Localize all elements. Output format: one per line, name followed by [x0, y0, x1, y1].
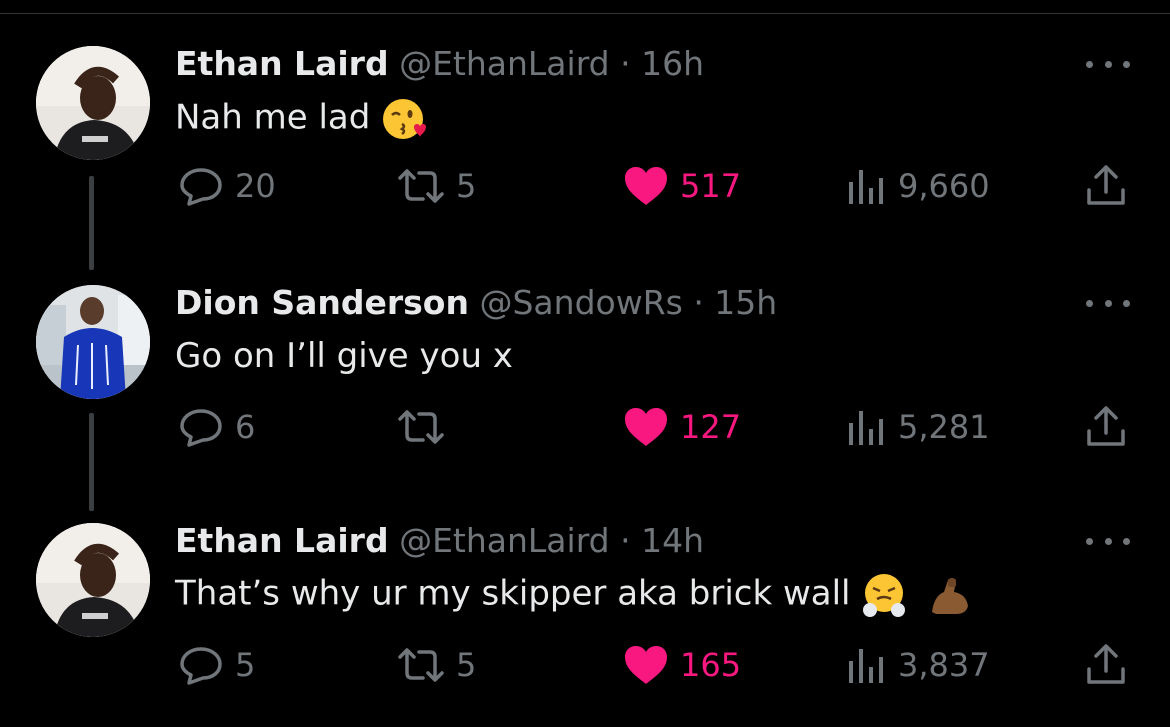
tweet-text-line: That’s why ur my skipper aka brick wall [175, 572, 972, 618]
tweet-header: Ethan Laird @EthanLaird · 14h [175, 521, 704, 561]
repost-icon [398, 169, 444, 203]
avatar-photo-icon [36, 285, 150, 399]
view-count: 9,660 [898, 167, 990, 205]
avatar-photo-icon [36, 523, 150, 637]
share-icon [1087, 406, 1125, 446]
share-button[interactable] [1084, 164, 1128, 208]
timestamp[interactable]: · 14h [620, 521, 704, 560]
tweet-header: Ethan Laird @EthanLaird · 16h [175, 44, 704, 84]
avatar-photo-icon [36, 46, 150, 160]
repost-button[interactable]: 5 [396, 643, 476, 687]
tweet-text: That’s why ur my skipper aka brick wall [175, 573, 851, 614]
avatar[interactable] [36, 285, 150, 399]
like-count: 127 [680, 408, 742, 446]
tweet-1[interactable]: Ethan Laird @EthanLaird · 16h Nah me lad… [0, 0, 1170, 270]
share-button[interactable] [1084, 405, 1128, 449]
author-handle[interactable]: @SandowRs [479, 283, 682, 322]
views-icon [849, 170, 883, 204]
dot-icon [1086, 60, 1093, 68]
views-button[interactable]: 3,837 [846, 643, 990, 687]
action-bar: 5 5 165 3,837 [0, 643, 1170, 687]
avatar[interactable] [36, 46, 150, 160]
dot-icon [1086, 537, 1093, 545]
steam-nose-emoji [863, 574, 906, 617]
views-icon [849, 649, 883, 683]
tweet-3[interactable]: Ethan Laird @EthanLaird · 14h That’s why… [0, 480, 1170, 720]
avatar[interactable] [36, 523, 150, 637]
action-bar: 6 127 5,281 [0, 405, 1170, 449]
reply-icon [180, 409, 222, 447]
tweet-text-line: Nah me lad [175, 96, 427, 142]
heart-icon [625, 167, 667, 205]
author-handle[interactable]: @EthanLaird [399, 521, 610, 560]
reply-count: 5 [235, 646, 256, 684]
kissing-wink-emoji [383, 99, 427, 139]
author-handle[interactable]: @EthanLaird [399, 44, 610, 83]
timestamp[interactable]: · 15h [693, 283, 777, 322]
like-count: 517 [680, 167, 742, 205]
dot-icon [1123, 299, 1130, 307]
repost-icon [398, 410, 444, 444]
author-name[interactable]: Ethan Laird [175, 44, 389, 83]
like-count: 165 [680, 646, 742, 684]
tweet-text-line: Go on I’ll give you x [175, 335, 513, 377]
repost-count: 5 [456, 167, 477, 205]
tweet-header: Dion Sanderson @SandowRs · 15h [175, 283, 777, 323]
like-button[interactable]: 165 [622, 643, 741, 687]
dot-icon [1104, 60, 1112, 68]
heart-icon [625, 646, 667, 684]
repost-icon [398, 648, 444, 682]
like-button[interactable]: 517 [622, 164, 741, 208]
tweet-2[interactable]: Dion Sanderson @SandowRs · 15h Go on I’l… [0, 240, 1170, 511]
repost-button[interactable] [396, 405, 456, 449]
reply-button[interactable]: 20 [177, 164, 276, 208]
view-count: 5,281 [898, 408, 990, 446]
share-button[interactable] [1084, 643, 1128, 687]
share-icon [1087, 165, 1125, 205]
author-name[interactable]: Dion Sanderson [175, 283, 469, 322]
dot-icon [1104, 537, 1112, 545]
tweet-text: Go on I’ll give you x [175, 336, 513, 376]
dot-icon [1123, 537, 1130, 545]
repost-button[interactable]: 5 [396, 164, 476, 208]
more-options-button[interactable] [1086, 57, 1130, 71]
heart-icon [625, 408, 667, 446]
timestamp[interactable]: · 16h [620, 44, 704, 83]
dot-icon [1123, 60, 1130, 68]
dot-icon [1104, 299, 1112, 307]
views-button[interactable]: 9,660 [846, 164, 990, 208]
more-options-button[interactable] [1086, 296, 1130, 310]
reply-icon [180, 168, 222, 206]
reply-icon [180, 647, 222, 685]
author-name[interactable]: Ethan Laird [175, 521, 389, 560]
repost-count: 5 [456, 646, 477, 684]
action-bar: 20 5 517 9,660 [0, 164, 1170, 208]
share-icon [1087, 644, 1125, 684]
dot-icon [1086, 299, 1093, 307]
tweet-text: Nah me lad [175, 97, 371, 138]
reply-button[interactable]: 6 [177, 405, 255, 449]
view-count: 3,837 [898, 646, 990, 684]
views-button[interactable]: 5,281 [846, 405, 990, 449]
more-options-button[interactable] [1086, 534, 1130, 548]
like-button[interactable]: 127 [622, 405, 741, 449]
reply-button[interactable]: 5 [177, 643, 255, 687]
views-icon [849, 411, 883, 445]
flexed-biceps-emoji [932, 578, 969, 614]
reply-count: 20 [235, 167, 276, 205]
reply-count: 6 [235, 408, 256, 446]
